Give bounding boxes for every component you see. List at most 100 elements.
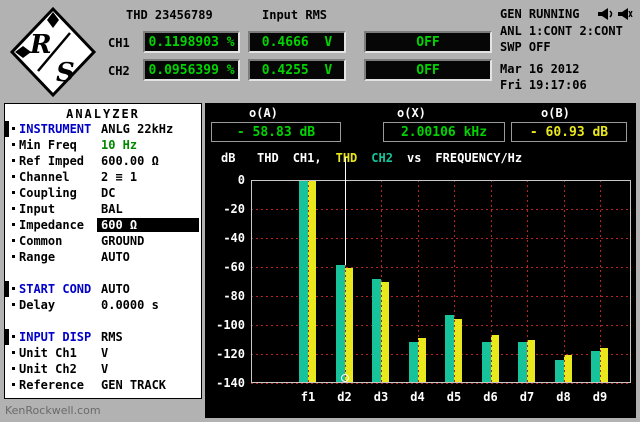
thd-function-label: THD 23456789 xyxy=(126,8,213,22)
menu-row-reference[interactable]: Reference GEN TRACK xyxy=(5,377,201,393)
row-bullet xyxy=(12,127,15,130)
menu-row-impedance[interactable]: Impedance 600 Ω xyxy=(5,217,201,233)
panel-spacer xyxy=(5,265,201,281)
x-tick-label: d7 xyxy=(519,390,535,404)
section-indicator xyxy=(5,121,9,137)
ch2-label: CH2 xyxy=(108,64,130,78)
h-gridline xyxy=(251,383,631,384)
row-bullet xyxy=(12,287,15,290)
rs-logo: R S xyxy=(9,6,97,98)
row-value: ANLG 22kHz xyxy=(101,122,174,136)
row-value: V xyxy=(101,362,109,376)
row-bullet xyxy=(12,255,15,258)
speaker-icon xyxy=(618,8,633,20)
x-tick-label: d6 xyxy=(483,390,498,404)
y-tick-label: -40 xyxy=(223,231,245,245)
ch1-thd-display: 0.1198903 % xyxy=(143,31,240,53)
row-label: Coupling xyxy=(19,186,77,200)
y-tick-label: -20 xyxy=(223,202,245,216)
aux-display-1: OFF xyxy=(364,31,492,53)
y-tick-label: -80 xyxy=(223,289,245,303)
row-bullet xyxy=(12,191,15,194)
row-value: 600.00 Ω xyxy=(101,154,159,168)
menu-row-coupling[interactable]: Coupling DC xyxy=(5,185,201,201)
section-indicator xyxy=(5,329,9,345)
row-label: Unit Ch1 xyxy=(19,346,77,360)
row-bullet xyxy=(12,367,15,370)
row-value: 2 ≡ 1 xyxy=(101,170,138,184)
y-tick-label: -120 xyxy=(216,347,245,361)
row-bullet xyxy=(12,207,15,210)
svg-text:S: S xyxy=(56,58,75,88)
svg-text:R: R xyxy=(29,30,52,60)
row-label: Range xyxy=(19,250,56,264)
row-label: Channel xyxy=(19,170,70,184)
y-tick-label: -100 xyxy=(216,318,245,332)
menu-row-input-disp[interactable]: INPUT DISP RMS xyxy=(5,329,201,345)
row-bullet xyxy=(12,383,15,386)
row-label: Unit Ch2 xyxy=(19,362,77,376)
row-bullet xyxy=(12,335,15,338)
section-indicator xyxy=(5,281,9,297)
cursor-marker xyxy=(340,374,349,382)
row-label: Common xyxy=(19,234,63,248)
chart-panel: o(A) o(X) o(B) - 58.83 dB 2.00106 kHz - … xyxy=(205,103,636,418)
row-label: Input xyxy=(19,202,56,216)
cursor-line xyxy=(344,157,346,266)
menu-row-common[interactable]: Common GROUND xyxy=(5,233,201,249)
panel-spacer xyxy=(5,313,201,329)
row-label: Delay xyxy=(19,298,56,312)
row-value: AUTO xyxy=(101,250,130,264)
x-tick-label: d4 xyxy=(410,390,425,404)
row-label: Ref Imped xyxy=(19,154,85,168)
date-display: Mar 16 2012 xyxy=(500,62,580,76)
row-bullet xyxy=(12,239,15,242)
analyzer-rows: INSTRUMENT ANLG 22kHz Min Freq 10 Hz Ref Imp… xyxy=(5,121,201,393)
row-value: GROUND xyxy=(101,234,145,248)
row-value: DC xyxy=(101,186,116,200)
x-tick-label: d9 xyxy=(592,390,608,404)
analyzer-panel-title: ANALYZER xyxy=(66,107,140,121)
ch1-label: CH1 xyxy=(108,36,130,50)
row-label: Reference xyxy=(19,378,85,392)
y-tick-label: 0 xyxy=(237,173,245,187)
swp-status: SWP OFF xyxy=(500,40,551,54)
menu-row-delay[interactable]: Delay 0.0000 s xyxy=(5,297,201,313)
menu-row-range[interactable]: Range AUTO xyxy=(5,249,201,265)
y-tick-label: -140 xyxy=(216,376,245,390)
row-bullet xyxy=(12,303,15,306)
x-tick-label: d8 xyxy=(556,390,571,404)
row-label: Min Freq xyxy=(19,138,77,152)
row-label: START COND xyxy=(19,282,92,296)
menu-row-unit-ch1[interactable]: Unit Ch1 V xyxy=(5,345,201,361)
rms1-display: 0.4666 V xyxy=(248,31,346,53)
menu-row-input[interactable]: Input BAL xyxy=(5,201,201,217)
x-tick-label: d5 xyxy=(446,390,462,404)
menu-row-start-cond[interactable]: START COND AUTO xyxy=(5,281,201,297)
x-tick-label: f1 xyxy=(300,390,316,404)
x-tick-label: d3 xyxy=(373,390,389,404)
input-rms-label: Input RMS xyxy=(262,8,328,22)
menu-row-unit-ch2[interactable]: Unit Ch2 V xyxy=(5,361,201,377)
row-value: GEN TRACK xyxy=(101,378,167,392)
y-tick-label: -60 xyxy=(223,260,245,274)
menu-row-min-freq[interactable]: Min Freq 10 Hz xyxy=(5,137,201,153)
menu-row-channel[interactable]: Channel 2 ≡ 1 xyxy=(5,169,201,185)
plot-area: 0 -20 -40 -60 -80 -100 -120 -140 f1 d2 d3 d4 d5 d6 d7 d… xyxy=(205,103,636,418)
row-bullet xyxy=(12,175,15,178)
row-value: V xyxy=(101,346,109,360)
row-value: 0.0000 s xyxy=(101,298,159,312)
menu-row-instrument[interactable]: INSTRUMENT ANLG 22kHz xyxy=(5,121,201,137)
menu-row-ref-imped[interactable]: Ref Imped 600.00 Ω xyxy=(5,153,201,169)
row-bullet xyxy=(12,143,15,146)
plot-frame xyxy=(251,180,631,383)
speaker-icon xyxy=(598,8,613,20)
row-value: 10 Hz xyxy=(101,138,138,152)
time-display: Fri 19:17:06 xyxy=(500,78,587,92)
rms2-display: 0.4255 V xyxy=(248,59,346,81)
ch2-thd-display: 0.0956399 % xyxy=(143,59,240,81)
analyzer-panel: ANALYZER INSTRUMENT ANLG 22kHz Min Freq 10 … xyxy=(4,103,202,399)
aux-display-2: OFF xyxy=(364,59,492,81)
row-value: 600 Ω xyxy=(97,218,199,232)
row-label: INPUT DISP xyxy=(19,330,92,344)
